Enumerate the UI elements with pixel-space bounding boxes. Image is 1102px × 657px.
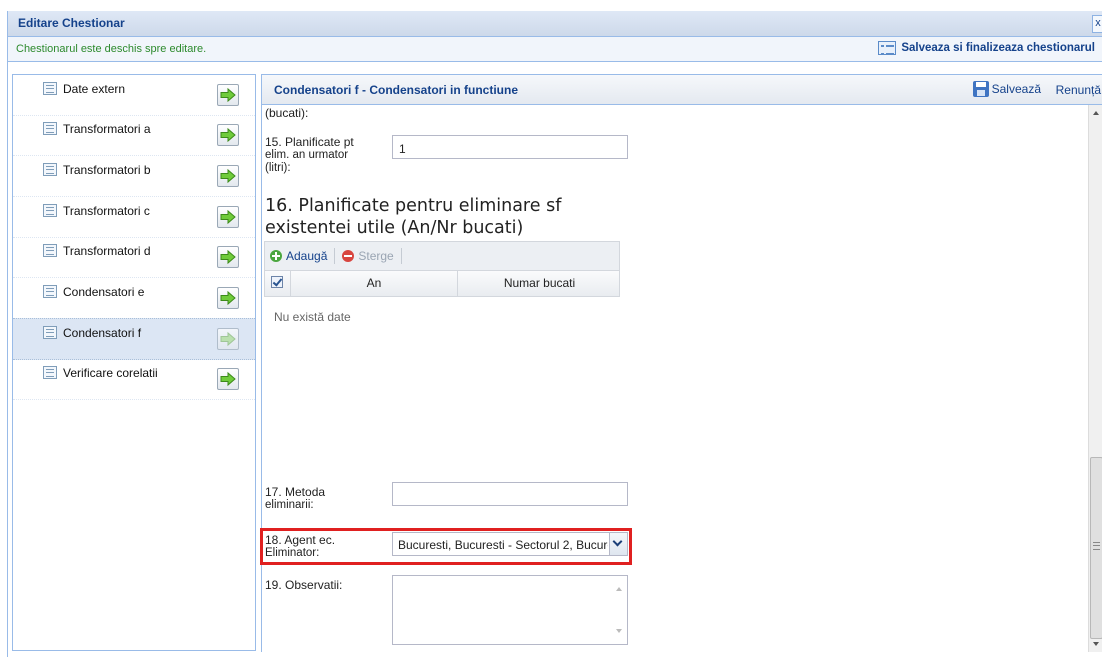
scroll-up-arrow-icon[interactable]: [1093, 111, 1099, 115]
sidebar-item-label: Condensatori f: [63, 326, 142, 340]
cancel-button[interactable]: Renunță: [1056, 83, 1101, 97]
section-list: Date extern Transformatori a Transformat…: [12, 74, 256, 651]
form-body: (bucati): 15. Planificate pt elim. an ur…: [260, 105, 1088, 652]
arrow-right-icon[interactable]: [217, 368, 239, 390]
form-panel-header: Condensatori f - Condensatori in functiu…: [262, 75, 1102, 105]
field-17-label: 17. Metoda eliminarii:: [265, 486, 385, 512]
floppy-disk-icon: [972, 81, 989, 97]
grid-toolbar: Adaugă Sterge: [264, 241, 620, 271]
sidebar-item-label: Transformatori b: [63, 163, 151, 177]
save-button[interactable]: Salvează: [972, 81, 1041, 97]
arrow-right-icon[interactable]: [217, 84, 239, 106]
sidebar-item-transformatori-d[interactable]: Transformatori d: [13, 237, 255, 278]
sidebar-item-label: Transformatori c: [63, 204, 150, 218]
grid-empty-text: Nu există date: [274, 310, 351, 324]
toolbar-separator: [400, 248, 402, 264]
field-15-label-line3: (litri):: [265, 162, 291, 174]
add-circle-icon: [270, 250, 282, 262]
arrow-right-icon[interactable]: [217, 206, 239, 228]
chevron-down-icon[interactable]: [609, 533, 627, 555]
form-list-icon: [878, 41, 897, 55]
sidebar-item-label: Date extern: [63, 82, 126, 96]
form-panel: Condensatori f - Condensatori in functiu…: [260, 74, 1102, 652]
add-row-label: Adaugă: [286, 249, 328, 263]
grid-header: An Numar bucati: [264, 271, 620, 297]
finalize-label: Salveaza si finalizeaza chestionarul: [901, 42, 1095, 54]
sidebar-item-transformatori-a[interactable]: Transformatori a: [13, 115, 255, 156]
field-15-label: 15. Planificate pt elim. an urmator (lit…: [265, 136, 385, 175]
sidebar-item-condensatori-e[interactable]: Condensatori e: [13, 278, 255, 319]
status-text: Chestionarul este deschis spre editare.: [16, 43, 207, 55]
toolbar-separator: [334, 248, 336, 264]
save-label: Salvează: [991, 82, 1041, 96]
select-all-checkbox[interactable]: [271, 276, 283, 288]
delete-circle-icon: [342, 250, 355, 262]
document-list-icon: [43, 244, 57, 257]
window-header: Editare Chestionar x: [8, 11, 1102, 37]
scrollbar-thumb[interactable]: [1090, 457, 1102, 639]
delete-row-button[interactable]: Sterge: [337, 249, 398, 263]
document-list-icon: [43, 82, 57, 95]
arrow-right-icon[interactable]: [217, 165, 239, 187]
field-16-title-line2: existentei utile (An/Nr bucati): [265, 218, 524, 238]
sidebar-item-label: Condensatori e: [63, 285, 145, 299]
document-list-icon: [43, 122, 57, 135]
column-header-an[interactable]: An: [291, 271, 458, 296]
field-15-input[interactable]: 1: [392, 135, 628, 159]
window-title: Editare Chestionar: [18, 16, 125, 30]
status-bar: Chestionarul este deschis spre editare. …: [8, 37, 1102, 62]
grip-icon: [1093, 542, 1100, 550]
form-panel-title: Condensatori f - Condensatori in functiu…: [274, 83, 518, 97]
field-17-label-line1: 17. Metoda: [265, 485, 326, 499]
field-18-value: Bucuresti, Bucuresti - Sectorul 2, Bucur…: [398, 538, 608, 552]
arrow-right-icon[interactable]: [217, 328, 239, 350]
close-icon[interactable]: x: [1092, 15, 1102, 33]
sidebar-item-transformatori-c[interactable]: Transformatori c: [13, 197, 255, 238]
document-list-icon: [43, 326, 57, 339]
form-scrollbar[interactable]: [1088, 105, 1102, 652]
grid-header-checkbox-cell: [265, 271, 291, 296]
sidebar-item-label: Transformatori a: [63, 122, 151, 136]
field-18-label: 18. Agent ec. Eliminator:: [265, 534, 385, 560]
field-16-title-line1: 16. Planificate pentru eliminare sf: [265, 196, 562, 216]
scroll-up-icon: [616, 587, 622, 591]
field-19-textarea[interactable]: [392, 575, 628, 645]
field-18-label-line1: 18. Agent ec.: [265, 533, 336, 547]
field-18-label-line2: Eliminator:: [265, 547, 320, 559]
delete-row-label: Sterge: [358, 249, 394, 263]
sidebar-item-verificare-corelatii[interactable]: Verificare corelatii: [13, 359, 255, 400]
sidebar-item-transformatori-b[interactable]: Transformatori b: [13, 156, 255, 197]
field-16-title: 16. Planificate pentru eliminare sf exis…: [265, 195, 585, 239]
finalize-button[interactable]: Salveaza si finalizeaza chestionarul: [878, 41, 1095, 55]
arrow-right-icon[interactable]: [217, 287, 239, 309]
sidebar-item-label: Transformatori d: [63, 244, 151, 258]
add-row-button[interactable]: Adaugă: [265, 249, 332, 263]
sidebar-item-condensatori-f[interactable]: Condensatori f: [13, 318, 255, 360]
field-15-label-line1: 15. Planificate pt: [265, 135, 354, 149]
document-list-icon: [43, 366, 57, 379]
sidebar-item-date-extern[interactable]: Date extern: [13, 75, 255, 116]
document-list-icon: [43, 163, 57, 176]
document-list-icon: [43, 204, 57, 217]
arrow-right-icon[interactable]: [217, 124, 239, 146]
sidebar-item-label: Verificare corelatii: [63, 366, 158, 380]
scroll-down-arrow-icon[interactable]: [1093, 642, 1099, 646]
field-15-label-line2: elim. an urmator: [265, 149, 349, 161]
column-header-numar-bucati[interactable]: Numar bucati: [458, 271, 621, 296]
field-17-label-line2: eliminarii:: [265, 499, 314, 511]
field-16-grid: Adaugă Sterge An Numar bucati Nu există …: [264, 241, 620, 471]
field-19-label: 19. Observatii:: [265, 578, 343, 592]
document-list-icon: [43, 285, 57, 298]
scroll-down-icon: [616, 629, 622, 633]
previous-field-label-tail: (bucati):: [265, 106, 309, 120]
field-18-combobox[interactable]: Bucuresti, Bucuresti - Sectorul 2, Bucur…: [392, 532, 628, 556]
arrow-right-icon[interactable]: [217, 246, 239, 268]
field-17-input[interactable]: [392, 482, 628, 506]
top-strip: [0, 0, 1102, 10]
